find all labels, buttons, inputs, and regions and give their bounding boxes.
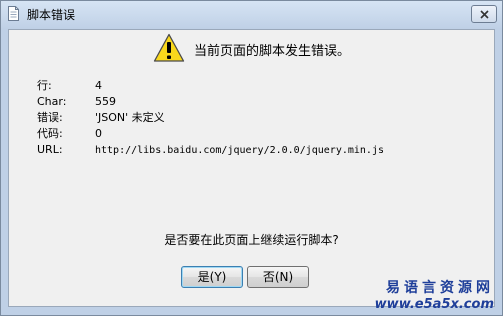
close-button[interactable] (471, 5, 497, 23)
dialog-body: 当前页面的脚本发生错误。 行: 4 Char: 559 错误: 'JSON' 未… (8, 29, 495, 307)
watermark-title: 易语言资源网 (386, 280, 494, 296)
detail-label-line: 行: (37, 79, 52, 92)
detail-label-char: Char: (37, 95, 67, 108)
detail-value-url: http://libs.baidu.com/jquery/2.0.0/jquer… (95, 145, 384, 156)
script-error-dialog: 脚本错误 当前页面的脚本发生错误。 行: 4 Char: 559 错误: 'JS… (0, 0, 503, 316)
detail-label-url: URL: (37, 143, 63, 156)
detail-value-line: 4 (95, 79, 102, 92)
watermark: 易语言资源网 www.e5a5x.com (375, 277, 494, 312)
watermark-url: www.e5a5x.com (374, 297, 494, 312)
document-icon (8, 6, 19, 21)
yes-button[interactable]: 是(Y) (181, 266, 243, 288)
error-message: 当前页面的脚本发生错误。 (194, 44, 351, 59)
detail-label-error: 错误: (37, 111, 63, 124)
continue-question: 是否要在此页面上继续运行脚本? (164, 233, 339, 247)
detail-value-error: 'JSON' 未定义 (95, 111, 165, 124)
detail-label-code: 代码: (37, 127, 63, 140)
close-icon (480, 10, 489, 19)
detail-value-char: 559 (95, 95, 116, 108)
detail-value-code: 0 (95, 127, 102, 140)
title-bar[interactable]: 脚本错误 (1, 1, 502, 29)
warning-icon (153, 33, 185, 62)
no-button[interactable]: 否(N) (247, 266, 309, 288)
window-title: 脚本错误 (27, 8, 76, 22)
